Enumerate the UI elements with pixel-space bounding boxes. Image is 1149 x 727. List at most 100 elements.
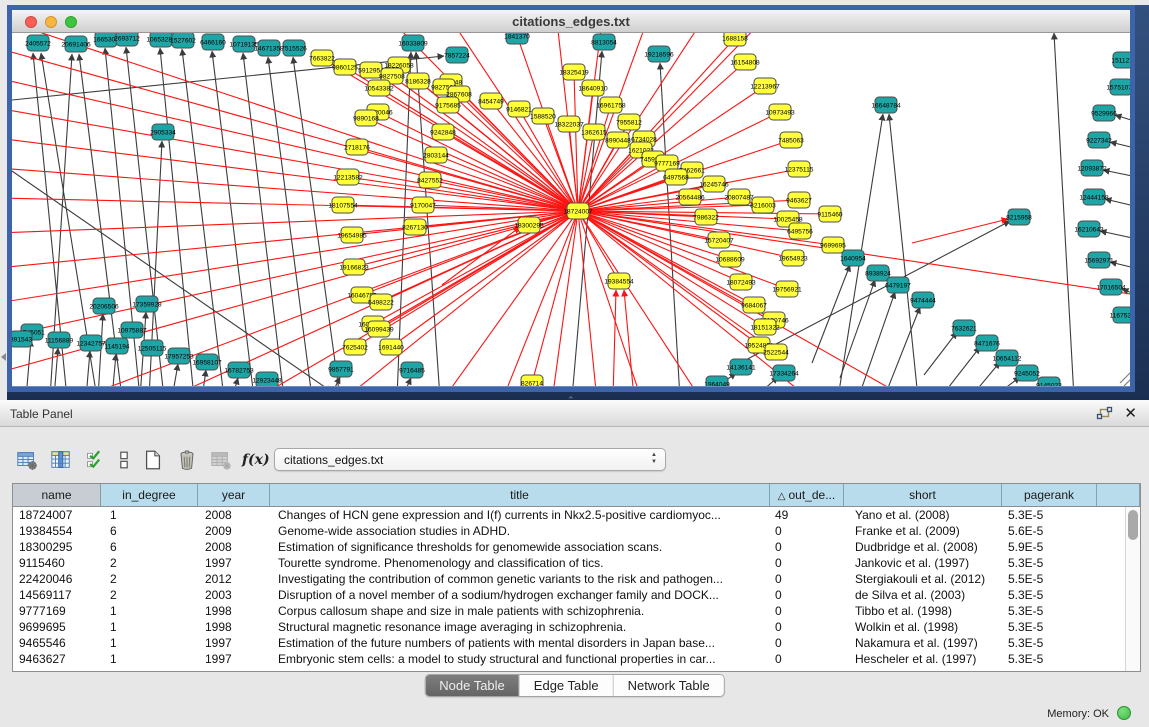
table-cell[interactable]: 1997 <box>198 651 270 667</box>
graph-node[interactable]: 7625402 <box>342 339 368 355</box>
table-cell[interactable]: 0 <box>770 619 844 635</box>
graph-node[interactable]: 18724007 <box>563 203 593 219</box>
graph-node[interactable]: 19654985 <box>337 227 367 243</box>
table-cell[interactable]: 9777169 <box>13 603 101 619</box>
table-cell[interactable]: Nakamura et al. (1997) <box>844 635 1002 651</box>
graph-edge[interactable] <box>202 370 206 386</box>
graph-node[interactable]: 391543 <box>12 331 32 347</box>
table-cell[interactable]: 1 <box>101 603 198 619</box>
graph-edge[interactable] <box>112 354 116 386</box>
graph-node[interactable]: 16210643 <box>1074 221 1104 237</box>
column-header-title[interactable]: title <box>270 484 770 506</box>
table-cell[interactable]: Jankovic et al. (1997) <box>844 555 1002 571</box>
table-cell[interactable]: Structural magnetic resonance image aver… <box>270 619 770 635</box>
graph-edge[interactable] <box>1110 142 1130 151</box>
graph-node[interactable]: 8427552 <box>417 172 443 188</box>
graph-edge[interactable] <box>1100 231 1130 241</box>
graph-edge[interactable] <box>532 211 578 383</box>
graph-node[interactable]: 17957253 <box>164 348 194 364</box>
table-cell[interactable]: 5.3E-5 <box>1002 507 1097 523</box>
table-row[interactable]: 969969511998Structural magnetic resonanc… <box>13 619 1140 635</box>
show-columns-icon[interactable] <box>48 447 74 473</box>
graph-node[interactable]: 8454749 <box>478 93 504 109</box>
table-cell[interactable]: 0 <box>770 587 844 603</box>
graph-node[interactable]: 9860125 <box>332 59 358 75</box>
tab-network-table[interactable]: Network Table <box>614 675 724 696</box>
graph-edge[interactable] <box>243 53 284 386</box>
graph-node[interactable]: 19756921 <box>772 281 802 297</box>
graph-node[interactable]: 12342757 <box>76 335 106 351</box>
delete-table-icon[interactable] <box>208 447 234 473</box>
graph-node[interactable]: 19654923 <box>778 250 808 266</box>
graph-node[interactable]: 7515526 <box>281 40 307 56</box>
graph-node[interactable]: 16648784 <box>871 97 901 113</box>
table-cell[interactable]: Stergiakouli et al. (2012) <box>844 571 1002 587</box>
table-cell[interactable]: 5.6E-5 <box>1002 523 1097 539</box>
vertical-scrollbar[interactable] <box>1125 507 1140 671</box>
graph-node[interactable]: 9115460 <box>817 206 843 222</box>
table-cell[interactable]: 5.3E-5 <box>1002 555 1097 571</box>
table-cell[interactable]: 2008 <box>198 539 270 555</box>
table-cell[interactable]: 0 <box>770 523 844 539</box>
graph-node[interactable]: 15692971 <box>1084 252 1114 268</box>
column-header-year[interactable]: year <box>198 484 270 506</box>
table-cell[interactable]: 5.5E-5 <box>1002 571 1097 587</box>
delete-column-icon[interactable] <box>174 447 200 473</box>
table-row[interactable]: 1456911722003Disruption of a novel membe… <box>13 587 1140 603</box>
table-cell[interactable]: 1997 <box>198 635 270 651</box>
graph-node[interactable]: 14136141 <box>726 359 756 375</box>
table-cell[interactable]: Embryonic stem cells: a model to study s… <box>270 651 770 667</box>
table-cell[interactable]: Dudbridge et al. (2008) <box>844 539 1002 555</box>
graph-node[interactable]: 18640910 <box>578 80 608 96</box>
graph-node[interactable]: 15751074 <box>1106 79 1130 95</box>
graph-edge[interactable] <box>366 118 578 211</box>
column-header-in_degree[interactable]: in_degree <box>101 484 198 506</box>
graph-node[interactable]: 6466160 <box>200 34 226 50</box>
splitter-grip-icon[interactable]: ⌃ <box>567 395 575 406</box>
graph-edge[interactable] <box>948 347 980 386</box>
graph-node[interactable]: 19218596 <box>644 46 674 62</box>
graph-node[interactable]: 16961758 <box>596 97 626 113</box>
table-cell[interactable]: Estimation of significance thresholds fo… <box>270 539 770 555</box>
table-cell[interactable]: 18300295 <box>13 539 101 555</box>
graph-edge[interactable] <box>889 114 918 386</box>
table-cell[interactable]: 2003 <box>198 587 270 603</box>
graph-node[interactable]: 14671358 <box>254 40 284 56</box>
graph-node[interactable]: 2803144 <box>423 147 449 163</box>
column-header-pagerank[interactable]: pagerank <box>1002 484 1097 506</box>
graph-node[interactable]: 9716485 <box>399 362 425 378</box>
graph-node[interactable]: 7485063 <box>778 132 804 148</box>
table-cell[interactable]: 2 <box>101 571 198 587</box>
table-cell[interactable]: 1 <box>101 651 198 667</box>
graph-edge[interactable] <box>1105 199 1130 209</box>
graph-edge[interactable] <box>12 33 578 211</box>
table-cell[interactable]: Estimation of the future numbers of pati… <box>270 635 770 651</box>
tab-node-table[interactable]: Node Table <box>425 675 520 696</box>
graph-node[interactable]: 5498222 <box>368 294 394 310</box>
graph-node[interactable]: 2405572 <box>25 35 51 51</box>
table-cell[interactable]: 5.3E-5 <box>1002 619 1097 635</box>
graph-edge[interactable] <box>54 348 58 386</box>
graph-node[interactable]: 2718176 <box>344 139 370 155</box>
table-cell[interactable]: 14569117 <box>13 587 101 603</box>
table-cell[interactable]: 0 <box>770 603 844 619</box>
scrollbar-thumb[interactable] <box>1128 510 1138 540</box>
graph-node[interactable]: 12375115 <box>785 161 814 177</box>
table-cell[interactable]: 1 <box>101 635 198 651</box>
table-cell[interactable]: 5.3E-5 <box>1002 651 1097 667</box>
graph-node[interactable]: 9684067 <box>741 297 767 313</box>
graph-node[interactable]: 9245052 <box>1014 365 1040 381</box>
graph-node[interactable]: 9890168 <box>353 110 379 126</box>
table-cell[interactable]: Genome-wide association studies in ADHD. <box>270 523 770 539</box>
table-cell[interactable]: 0 <box>770 651 844 667</box>
graph-edge[interactable] <box>912 219 1008 243</box>
graph-node[interactable]: 16782753 <box>224 362 254 378</box>
graph-node[interactable]: 1691440 <box>378 339 404 355</box>
graph-edge[interactable] <box>1115 115 1130 125</box>
graph-node[interactable]: 2905334 <box>150 124 176 140</box>
table-cell[interactable]: 9465546 <box>13 635 101 651</box>
graph-node[interactable]: 7632621 <box>951 320 977 336</box>
graph-edge[interactable] <box>578 211 702 386</box>
table-cell[interactable]: 0 <box>770 635 844 651</box>
table-cell[interactable]: 18724007 <box>13 507 101 523</box>
